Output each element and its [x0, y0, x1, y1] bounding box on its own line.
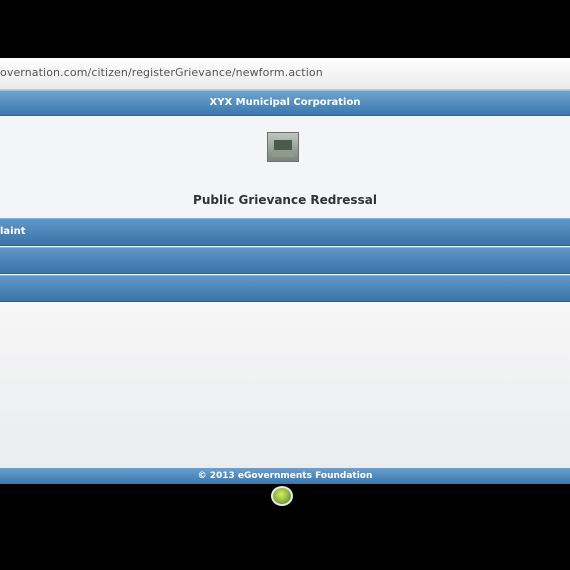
- municipal-logo-icon: [267, 132, 299, 162]
- section-complaint-label: laint: [0, 226, 26, 237]
- page-footer: © 2013 eGovernments Foundation: [0, 468, 570, 484]
- app-screen: overnation.com/citizen/registerGrievance…: [0, 58, 570, 484]
- section-bar-2[interactable]: [0, 247, 570, 274]
- empty-content-area: [0, 302, 570, 468]
- home-button-icon[interactable]: [271, 486, 293, 506]
- page-header: XYX Municipal Corporation: [0, 90, 570, 116]
- address-bar[interactable]: overnation.com/citizen/registerGrievance…: [0, 58, 570, 90]
- url-text[interactable]: overnation.com/citizen/registerGrievance…: [0, 66, 560, 79]
- section-complaint[interactable]: laint: [0, 218, 570, 246]
- section-bar-3[interactable]: [0, 275, 570, 302]
- page-title: Public Grievance Redressal: [193, 193, 377, 207]
